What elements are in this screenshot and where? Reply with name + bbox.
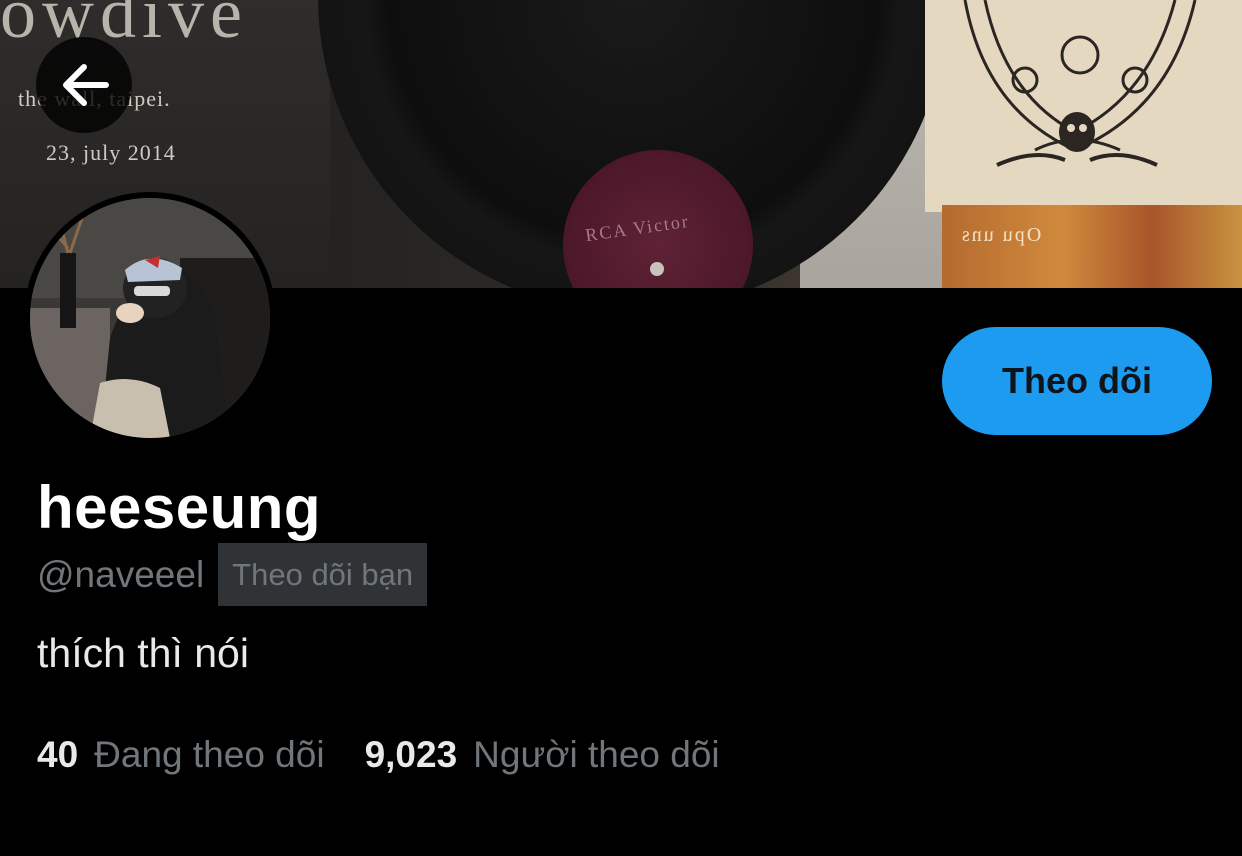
handle-row: @naveeel Theo dõi bạn xyxy=(37,543,428,606)
followers-count: 9,023 xyxy=(364,734,458,775)
poster-date: 23, july 2014 xyxy=(46,140,176,165)
poster-title: owdive xyxy=(0,0,248,53)
banner-card-text: Opu uns xyxy=(960,224,1042,246)
avatar[interactable] xyxy=(24,192,276,444)
banner-art-card xyxy=(925,0,1242,212)
back-button[interactable] xyxy=(36,37,132,133)
following-label: Đang theo dõi xyxy=(94,734,325,775)
following-count: 40 xyxy=(37,734,79,775)
avatar-photo xyxy=(30,198,270,438)
vinyl-spindle-hole xyxy=(650,262,664,276)
follow-stats: 40 Đang theo dõi 9,023 Người theo dõi xyxy=(37,734,720,776)
display-name: heeseung xyxy=(37,474,322,541)
user-handle: @naveeel xyxy=(37,553,205,595)
follows-you-badge: Theo dõi bạn xyxy=(218,543,428,606)
follow-button[interactable]: Theo dõi xyxy=(942,327,1212,435)
followers-label: Người theo dõi xyxy=(473,734,720,775)
following-stat[interactable]: 40 Đang theo dõi xyxy=(37,734,325,776)
profile-bio: thích thì nói xyxy=(37,630,249,676)
followers-stat[interactable]: 9,023 Người theo dõi xyxy=(365,734,720,776)
arrow-left-icon xyxy=(63,64,109,106)
